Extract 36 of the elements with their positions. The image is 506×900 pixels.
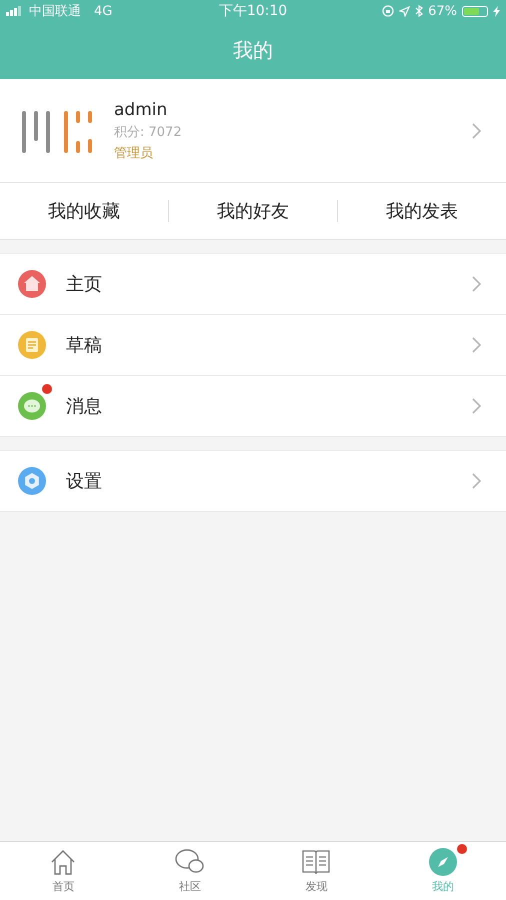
tab-bar-item[interactable]: 社区 [126,842,253,900]
battery-icon [462,6,488,16]
menu-item[interactable]: 草稿 [0,315,506,376]
quick-link[interactable]: 我的发表 [338,199,506,223]
compass-icon [428,848,457,876]
book-icon [301,848,332,876]
status-time: 下午10:10 [218,2,288,20]
battery-percent: 67% [428,4,457,18]
chat-icon [18,392,46,420]
chevron-icon [472,398,481,414]
points-text: 积分: 7072 [114,124,183,140]
signal-icon [6,6,24,16]
menu-item[interactable]: 消息 [0,376,506,437]
tab-bar-item[interactable]: 首页 [0,842,126,900]
quick-link[interactable]: 我的好友 [169,199,337,223]
menu-item[interactable]: 设置 [0,451,506,512]
menu-item[interactable]: 主页 [0,254,506,315]
chevron-icon [472,276,481,292]
rotation-lock-icon [382,5,394,17]
location-icon [399,6,410,16]
settings-icon [18,467,46,495]
user-name: admin [114,100,168,120]
chevron-icon [472,337,481,353]
quick-link[interactable]: 我的收藏 [0,199,168,223]
chevron-icon [472,473,481,489]
role-text: 管理员 [114,144,154,162]
house-icon [18,270,46,298]
document-icon [18,331,46,359]
tab-bar-item[interactable]: 发现 [253,842,380,900]
bluetooth-icon [415,5,424,17]
charging-icon [493,6,500,16]
page-title: 我的 [233,37,273,64]
chevron-icon [472,122,481,138]
carrier-name: 中国联通 [29,3,81,20]
network-type: 4G [94,4,112,18]
profile-card[interactable]: admin 积分: 7072 管理员 [0,79,506,183]
